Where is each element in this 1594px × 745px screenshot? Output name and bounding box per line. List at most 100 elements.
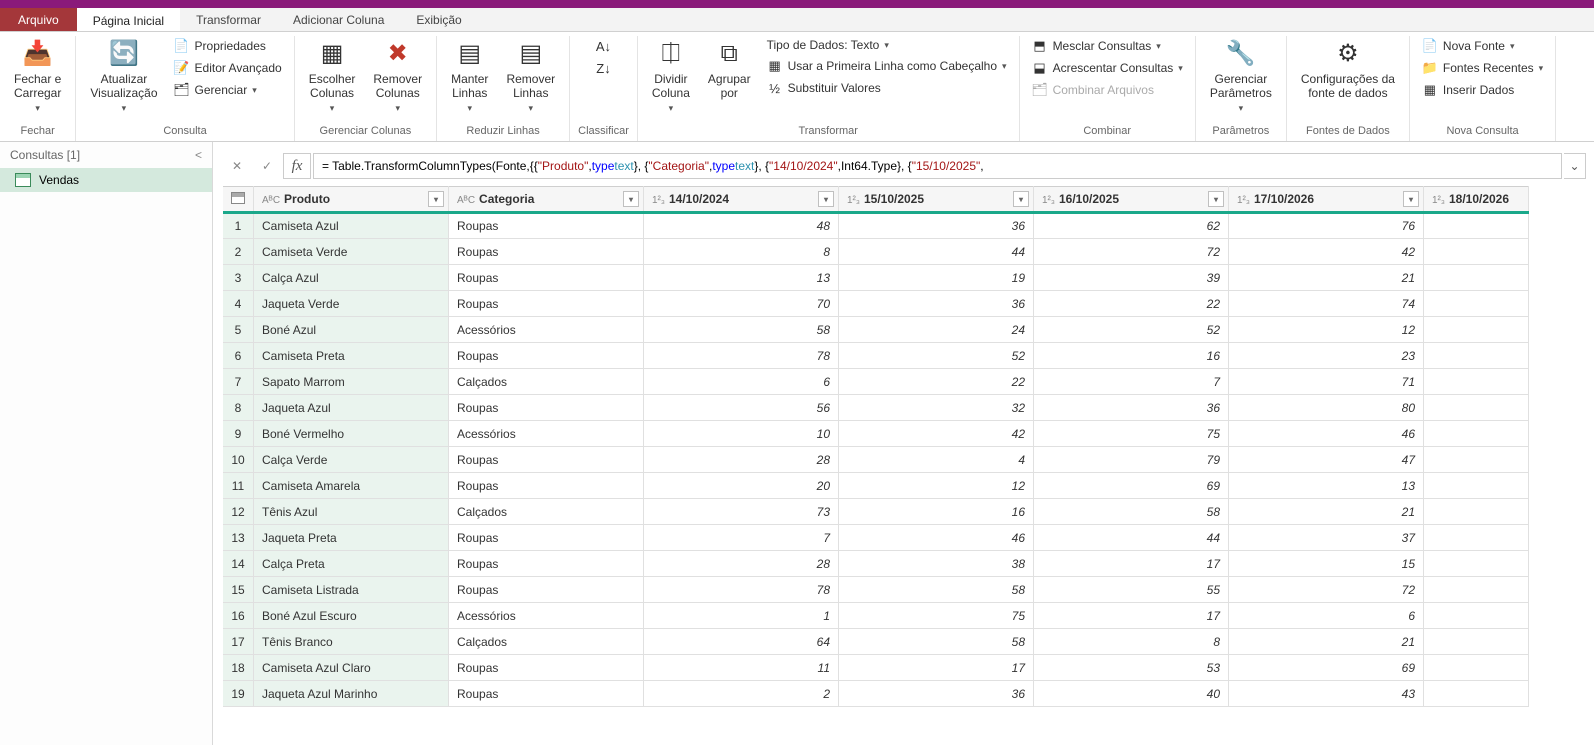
properties-button[interactable]: 📄Propriedades [170, 36, 286, 56]
cell-value[interactable]: 56 [644, 395, 839, 421]
cell-categoria[interactable]: Roupas [449, 473, 644, 499]
table-row[interactable]: 16Boné Azul EscuroAcessórios175176 [223, 603, 1529, 629]
filter-button[interactable]: ▾ [1013, 191, 1029, 207]
cell-value[interactable]: 42 [839, 421, 1034, 447]
cell-value[interactable]: 6 [644, 369, 839, 395]
cell-value[interactable]: 38 [839, 551, 1034, 577]
table-row[interactable]: 10Calça VerdeRoupas2847947 [223, 447, 1529, 473]
filter-button[interactable]: ▾ [1208, 191, 1224, 207]
cell-categoria[interactable]: Calçados [449, 369, 644, 395]
filter-button[interactable]: ▾ [623, 191, 639, 207]
enter-data-button[interactable]: ▦Inserir Dados [1418, 80, 1547, 100]
cell-value[interactable] [1424, 499, 1529, 525]
row-number[interactable]: 17 [223, 629, 254, 655]
refresh-preview-button[interactable]: 🔄 Atualizar Visualização [84, 36, 163, 116]
cell-value[interactable]: 55 [1034, 577, 1229, 603]
cell-value[interactable] [1424, 239, 1529, 265]
row-number[interactable]: 11 [223, 473, 254, 499]
col-header-date3[interactable]: 1²₃16/10/2025▾ [1034, 187, 1229, 213]
row-number[interactable]: 4 [223, 291, 254, 317]
col-header-date4[interactable]: 1²₃17/10/2026▾ [1229, 187, 1424, 213]
table-row[interactable]: 8Jaqueta AzulRoupas56323680 [223, 395, 1529, 421]
table-row[interactable]: 6Camiseta PretaRoupas78521623 [223, 343, 1529, 369]
cell-value[interactable]: 72 [1034, 239, 1229, 265]
cell-value[interactable]: 2 [644, 681, 839, 707]
row-number[interactable]: 5 [223, 317, 254, 343]
cell-categoria[interactable]: Acessórios [449, 603, 644, 629]
table-row[interactable]: 1Camiseta AzulRoupas48366276 [223, 213, 1529, 239]
tab-view[interactable]: Exibição [400, 8, 477, 31]
cell-categoria[interactable]: Roupas [449, 213, 644, 239]
table-menu-button[interactable] [223, 187, 254, 213]
cell-value[interactable]: 46 [839, 525, 1034, 551]
cell-categoria[interactable]: Roupas [449, 265, 644, 291]
cell-categoria[interactable]: Calçados [449, 629, 644, 655]
table-row[interactable]: 7Sapato MarromCalçados622771 [223, 369, 1529, 395]
expand-formula-button[interactable]: ⌄ [1564, 153, 1586, 179]
cell-produto[interactable]: Camiseta Amarela [254, 473, 449, 499]
col-header-categoria[interactable]: AᴮCCategoria▾ [449, 187, 644, 213]
cell-value[interactable] [1424, 681, 1529, 707]
cell-value[interactable]: 62 [1034, 213, 1229, 239]
cell-value[interactable]: 16 [1034, 343, 1229, 369]
cell-value[interactable] [1424, 551, 1529, 577]
cell-produto[interactable]: Tênis Branco [254, 629, 449, 655]
cell-value[interactable]: 17 [1034, 603, 1229, 629]
cell-value[interactable] [1424, 291, 1529, 317]
cell-value[interactable]: 7 [644, 525, 839, 551]
sort-asc-button[interactable]: A↓ [591, 36, 615, 56]
cell-value[interactable]: 71 [1229, 369, 1424, 395]
cell-produto[interactable]: Camiseta Azul [254, 213, 449, 239]
cell-value[interactable]: 52 [1034, 317, 1229, 343]
cell-value[interactable]: 11 [644, 655, 839, 681]
cell-produto[interactable]: Camiseta Azul Claro [254, 655, 449, 681]
first-row-headers-button[interactable]: ▦Usar a Primeira Linha como Cabeçalho [763, 56, 1011, 76]
table-row[interactable]: 15Camiseta ListradaRoupas78585572 [223, 577, 1529, 603]
table-row[interactable]: 14Calça PretaRoupas28381715 [223, 551, 1529, 577]
sort-desc-button[interactable]: Z↓ [591, 58, 615, 78]
col-header-date5[interactable]: 1²₃18/10/2026 [1424, 187, 1529, 213]
keep-rows-button[interactable]: ▤Manter Linhas [445, 36, 494, 116]
data-type-button[interactable]: Tipo de Dados: Texto [763, 36, 1011, 54]
cell-value[interactable] [1424, 213, 1529, 239]
cell-produto[interactable]: Sapato Marrom [254, 369, 449, 395]
remove-rows-button[interactable]: ▤Remover Linhas [500, 36, 561, 116]
cell-value[interactable]: 75 [839, 603, 1034, 629]
cell-categoria[interactable]: Calçados [449, 499, 644, 525]
cell-value[interactable]: 52 [839, 343, 1034, 369]
cell-value[interactable]: 36 [839, 681, 1034, 707]
append-queries-button[interactable]: ⬓Acrescentar Consultas [1028, 58, 1187, 78]
row-number[interactable]: 13 [223, 525, 254, 551]
cell-value[interactable]: 47 [1229, 447, 1424, 473]
filter-button[interactable]: ▾ [428, 191, 444, 207]
cell-value[interactable]: 72 [1229, 577, 1424, 603]
cell-value[interactable] [1424, 395, 1529, 421]
formula-input[interactable]: = Table.TransformColumnTypes(Fonte,{{"Pr… [313, 153, 1562, 179]
row-number[interactable]: 18 [223, 655, 254, 681]
cell-value[interactable] [1424, 525, 1529, 551]
table-row[interactable]: 2Camiseta VerdeRoupas8447242 [223, 239, 1529, 265]
col-header-date2[interactable]: 1²₃15/10/2025▾ [839, 187, 1034, 213]
cell-value[interactable]: 78 [644, 343, 839, 369]
cell-value[interactable]: 21 [1229, 629, 1424, 655]
cell-value[interactable]: 58 [1034, 499, 1229, 525]
recent-sources-button[interactable]: 📁Fontes Recentes [1418, 58, 1547, 78]
cell-value[interactable] [1424, 343, 1529, 369]
cell-value[interactable]: 10 [644, 421, 839, 447]
cell-value[interactable]: 17 [1034, 551, 1229, 577]
col-header-produto[interactable]: AᴮCProduto▾ [254, 187, 449, 213]
cell-value[interactable]: 15 [1229, 551, 1424, 577]
cell-value[interactable]: 13 [1229, 473, 1424, 499]
table-row[interactable]: 19Jaqueta Azul MarinhoRoupas2364043 [223, 681, 1529, 707]
cell-produto[interactable]: Camiseta Preta [254, 343, 449, 369]
new-source-button[interactable]: 📄Nova Fonte [1418, 36, 1547, 56]
row-number[interactable]: 7 [223, 369, 254, 395]
row-number[interactable]: 6 [223, 343, 254, 369]
cell-produto[interactable]: Jaqueta Azul [254, 395, 449, 421]
cell-value[interactable]: 13 [644, 265, 839, 291]
cell-value[interactable]: 78 [644, 577, 839, 603]
cell-value[interactable]: 40 [1034, 681, 1229, 707]
tab-add-column[interactable]: Adicionar Coluna [277, 8, 400, 31]
cell-value[interactable]: 28 [644, 447, 839, 473]
cell-categoria[interactable]: Acessórios [449, 317, 644, 343]
